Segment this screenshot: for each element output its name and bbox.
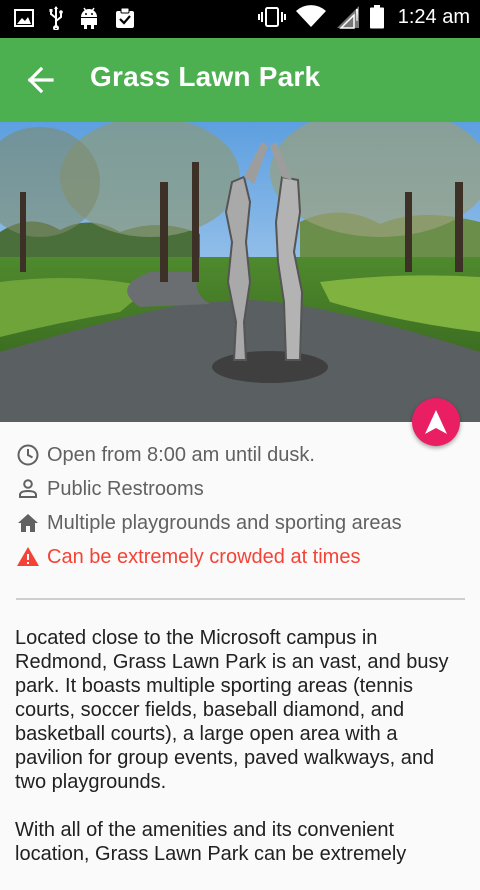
description-paragraph: Located close to the Microsoft campus in… xyxy=(15,627,449,793)
park-description: Located close to the Microsoft campus in… xyxy=(15,626,465,890)
clock-icon xyxy=(16,443,40,467)
restrooms-row: Public Restrooms xyxy=(16,472,464,506)
app-bar: Grass Lawn Park xyxy=(0,38,480,122)
page-title: Grass Lawn Park xyxy=(90,61,321,92)
amenities-text: Multiple playgrounds and sporting areas xyxy=(47,511,402,534)
restrooms-text: Public Restrooms xyxy=(47,477,204,500)
crowd-warning-row: Can be extremely crowded at times xyxy=(16,540,464,574)
arrow-back-icon xyxy=(27,66,54,94)
clock-time: 1:24 am xyxy=(397,5,470,28)
status-bar: 1:24 am xyxy=(0,0,480,38)
person-icon xyxy=(16,477,40,501)
divider xyxy=(16,598,465,600)
wifi-icon xyxy=(295,5,326,29)
warning-icon xyxy=(16,545,40,569)
amenities-row: Multiple playgrounds and sporting areas xyxy=(16,506,464,540)
description-paragraph: With all of the amenities and its conven… xyxy=(15,819,407,865)
back-button[interactable] xyxy=(22,62,62,98)
hours-row: Open from 8:00 am until dusk. xyxy=(16,438,464,472)
navigation-icon xyxy=(425,410,447,434)
signal-icon xyxy=(336,5,360,29)
usb-icon xyxy=(48,6,64,30)
crowd-warning-text: Can be extremely crowded at times xyxy=(47,545,361,568)
park-info-list: Open from 8:00 am until dusk. Public Res… xyxy=(16,438,464,574)
clipboard-check-icon xyxy=(114,7,136,29)
hours-text: Open from 8:00 am until dusk. xyxy=(47,443,315,466)
image-icon xyxy=(14,8,34,28)
park-photo xyxy=(0,122,480,422)
battery-icon xyxy=(369,5,384,29)
vibrate-icon xyxy=(257,5,286,29)
android-icon xyxy=(78,6,100,30)
home-icon xyxy=(16,511,40,535)
